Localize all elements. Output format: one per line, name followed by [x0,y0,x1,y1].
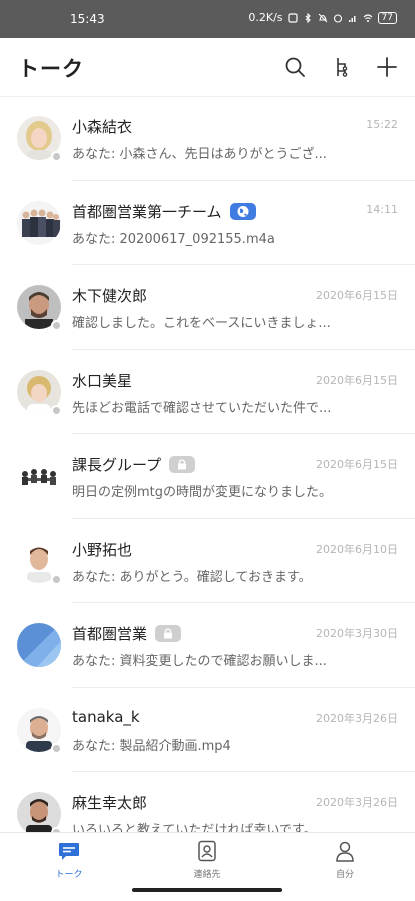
search-button[interactable] [280,52,310,82]
alarm-icon [333,13,342,23]
chat-time: 2020年6月15日 [316,289,398,302]
avatar-building-icon [17,623,61,667]
chat-preview: いろいろと教えていただければ幸いです。 [72,823,317,832]
chat-row[interactable]: 小森結衣 15:22 あなた: 小森さん、先日はありがとうござ... [0,96,415,181]
add-icon [377,57,397,77]
chat-time: 2020年3月30日 [316,627,398,640]
chat-row[interactable]: 首都圏営業 2020年3月30日 あなた: 資料変更したので確認お願いしま... [0,603,415,688]
lock-icon [164,628,173,639]
chat-row[interactable]: 小野拓也 2020年6月10日 あなた: ありがとう。確認しておきます。 [0,519,415,603]
lock-badge [155,625,182,642]
chat-name: 水口美星 [72,371,133,390]
chat-name: 小森結衣 [72,118,133,136]
mute-icon [318,13,327,22]
add-button[interactable] [372,52,402,82]
nfc-icon [287,12,298,23]
chat-preview: 先ほどお電話で確認させていただいた件で... [72,400,332,416]
avatar [17,792,61,832]
chat-time: 14:11 [366,202,398,216]
globe-icon [237,205,249,217]
tab-talk[interactable]: トーク [29,839,109,880]
chat-name: tanaka_k [72,707,140,726]
chat-row[interactable]: 麻生幸太郎 2020年3月26日 いろいろと教えていただければ幸いです。 [0,772,415,832]
chat-time: 2020年6月10日 [316,542,398,556]
chat-name: 小野拓也 [72,540,133,559]
chat-preview: あなた: 資料変更したので確認お願いしま... [72,654,327,669]
network-speed: 0.2K/s [248,11,283,24]
chat-row[interactable]: 首都圏営業第一チーム 14:11 あなた: 20200617_092155.m4… [0,181,415,265]
bluetooth-icon [305,12,311,23]
chat-preview: あなた: ありがとう。確認しておきます。 [72,569,312,585]
profile-icon [336,841,354,862]
chat-row[interactable]: 水口美星 2020年6月15日 先ほどお電話で確認させていただいた件で... [0,350,415,434]
chat-name: 首都圏営業第一チーム [72,201,256,222]
status-time: 15:43 [70,12,105,26]
avatar-team-icon [17,200,61,245]
chat-name: 麻生幸太郎 [72,794,148,812]
contacts-icon [198,840,216,862]
battery-icon: 77 [377,11,397,24]
chat-preview: あなた: 20200617_092155.m4a [72,231,275,247]
presence-dot [51,320,62,331]
search-icon [285,57,305,77]
chat-name: 首都圏営業 [72,623,182,644]
avatar [17,200,61,245]
chat-preview: 確認しました。これをベースにいきましょ... [72,316,331,331]
branch-icon [337,58,348,77]
chat-name: 木下健次郎 [72,287,148,305]
chat-time: 2020年6月15日 [316,458,398,471]
chat-row[interactable]: tanaka_k 2020年3月26日 あなた: 製品紹介動画.mp4 [0,688,415,772]
tab-contacts[interactable]: 連絡先 [167,839,247,880]
globe-badge [229,202,256,220]
tab-label: 連絡先 [193,870,221,880]
chat-time: 15:22 [366,118,398,131]
tab-profile[interactable]: 自分 [305,839,385,880]
tab-label: トーク [55,870,83,880]
home-indicator[interactable] [132,888,282,892]
chat-name: 課長グループ [72,454,196,475]
page-title: トーク [18,57,84,81]
chat-icon [59,843,79,860]
branch-button[interactable] [327,52,357,82]
avatar-meeting-icon [17,454,61,498]
avatar-man-icon [17,792,61,832]
app-header: トーク [0,38,415,97]
avatar [17,454,61,498]
chat-preview: あなた: 小森さん、先日はありがとうござ... [72,147,327,162]
chat-list: 小森結衣 15:22 あなた: 小森さん、先日はありがとうござ... 首都圏営業… [0,96,415,832]
presence-dot [51,151,62,162]
lock-icon [178,459,187,470]
chat-preview: 明日の定例mtgの時間が変更になりました。 [72,485,333,500]
chat-preview: あなた: 製品紹介動画.mp4 [72,738,231,754]
presence-dot [51,573,62,585]
chat-time: 2020年3月26日 [316,796,398,809]
wifi-icon [363,13,372,22]
chat-row[interactable]: 課長グループ 2020年6月15日 明日の定例mtgの時間が変更になりました。 [0,434,415,519]
chat-time: 2020年3月26日 [316,711,398,725]
status-bar: 15:43 0.2K/s 77 [0,0,415,38]
presence-dot [51,742,62,754]
avatar [17,623,61,667]
tab-label: 自分 [335,870,354,880]
chat-row[interactable]: 木下健次郎 2020年6月15日 確認しました。これをベースにいきましょ... [0,265,415,350]
presence-dot [51,404,62,416]
chat-time: 2020年6月15日 [316,373,398,387]
signal-icon [348,15,356,22]
status-indicators: 0.2K/s 77 [248,11,397,24]
lock-badge [169,456,196,473]
